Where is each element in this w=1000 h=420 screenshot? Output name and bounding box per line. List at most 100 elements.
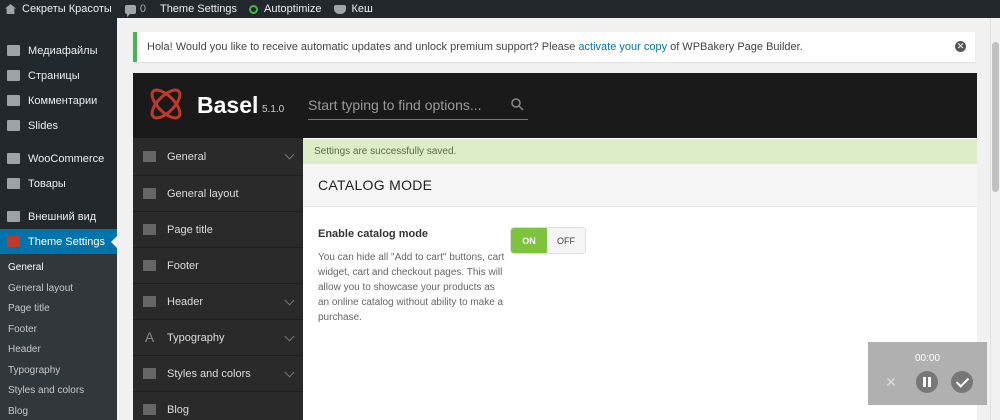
layout-icon (143, 188, 156, 199)
panel-header: Basel 5.1.0 (133, 73, 977, 138)
theme-settings-label: Theme Settings (159, 3, 238, 15)
sidebar-item-label: Медиафайлы (28, 44, 98, 57)
autoptimize-label: Autoptimize (264, 3, 322, 15)
cache-icon (333, 4, 346, 14)
submenu-item-general[interactable]: General (0, 258, 117, 279)
blog-icon (143, 404, 156, 415)
sidebar-item-label: WooCommerce (28, 152, 105, 165)
toggle-off[interactable]: OFF (547, 228, 585, 253)
nav-item-page-title[interactable]: Page title (133, 212, 303, 248)
adminbar-site[interactable]: Секреты Красоты (0, 0, 117, 18)
sidebar-item-comments[interactable]: Комментарии (0, 88, 117, 113)
nav-item-label: Header (167, 295, 204, 308)
section-title: CATALOG MODE (303, 164, 977, 207)
woocommerce-icon (7, 153, 20, 164)
basel-icon (7, 236, 20, 247)
checkmark-icon[interactable] (951, 371, 973, 393)
nav-item-label: Page title (167, 223, 213, 236)
scrollbar-thumb[interactable] (992, 42, 999, 192)
sidebar-item-pages[interactable]: Страницы (0, 63, 117, 88)
submenu-item-styles-colors[interactable]: Styles and colors (0, 381, 117, 402)
options-search (308, 91, 528, 120)
header-icon (143, 296, 156, 307)
submenu-item-page-title[interactable]: Page title (0, 299, 117, 320)
nav-item-label: Footer (167, 259, 199, 272)
home-icon (143, 151, 156, 162)
notice-text-end: of WPBakery Page Builder. (670, 41, 803, 53)
nav-item-footer[interactable]: Footer (133, 248, 303, 284)
adminbar-cache[interactable]: Кеш (329, 0, 378, 18)
comment-bubble-icon (124, 4, 136, 17)
search-icon[interactable] (511, 98, 524, 111)
admin-bar: Секреты Красоты 0 Theme Settings Autopti… (0, 0, 1000, 18)
sidebar-item-label: Товары (28, 177, 66, 190)
media-icon (7, 45, 20, 56)
nav-item-label: Typography (167, 331, 225, 344)
catalog-mode-label: Enable catalog mode (318, 228, 429, 240)
adminbar-theme-settings[interactable]: Theme Settings (155, 0, 242, 18)
submenu-item-typography[interactable]: Typography (0, 361, 117, 382)
sidebar-item-products[interactable]: Товары (0, 171, 117, 196)
version-label: 5.1.0 (262, 104, 285, 115)
typography-icon: A (144, 329, 155, 345)
options-nav: General General layout Page title Footer… (133, 138, 303, 420)
sidebar-item-label: Slides (28, 119, 58, 132)
sidebar-item-slides[interactable]: Slides (0, 113, 117, 138)
catalog-mode-toggle[interactable]: ON OFF (511, 228, 585, 253)
chevron-down-icon (284, 295, 295, 306)
slides-icon (7, 120, 20, 131)
comments-count: 0 (139, 3, 146, 15)
sidebar-item-theme-settings[interactable]: Theme Settings (0, 229, 117, 254)
toggle-on[interactable]: ON (511, 228, 547, 253)
nav-item-header[interactable]: Header (133, 284, 303, 320)
notice-text: Hola! Would you like to receive automati… (147, 41, 576, 53)
chevron-down-icon (284, 331, 295, 342)
success-message: Settings are successfully saved. (303, 139, 977, 164)
page-title-icon (143, 224, 156, 235)
nav-item-label: General (167, 150, 207, 163)
adminbar-comments[interactable]: 0 (120, 0, 151, 18)
products-icon (7, 178, 20, 189)
close-icon[interactable]: ✕ (955, 41, 966, 52)
cancel-recording-icon[interactable]: ✕ (880, 371, 902, 393)
pages-icon (7, 70, 20, 81)
page-scrollbar[interactable] (990, 18, 1000, 420)
cache-label: Кеш (351, 3, 373, 15)
sidebar-item-appearance[interactable]: Внешний вид (0, 204, 117, 229)
chevron-down-icon (284, 367, 295, 378)
basel-logo-icon (150, 88, 182, 120)
submenu-item-header[interactable]: Header (0, 340, 117, 361)
sidebar-item-label: Внешний вид (28, 210, 97, 223)
activate-link[interactable]: activate your copy (578, 41, 667, 53)
theme-settings-submenu: General General layout Page title Footer… (0, 254, 117, 420)
comments-icon (7, 95, 20, 106)
nav-item-typography[interactable]: A Typography (133, 320, 303, 356)
options-search-input[interactable] (308, 91, 498, 119)
update-notice: Hola! Would you like to receive automati… (133, 32, 975, 62)
brand-name: Basel (197, 92, 259, 118)
submenu-item-blog[interactable]: Blog (0, 402, 117, 420)
admin-sidebar: Медиафайлы Страницы Комментарии Slides W… (0, 18, 117, 420)
nav-item-label: Blog (167, 403, 190, 416)
nav-item-styles-colors[interactable]: Styles and colors (133, 356, 303, 392)
nav-item-blog[interactable]: Blog (133, 392, 303, 420)
sidebar-item-media[interactable]: Медиафайлы (0, 38, 117, 63)
brush-icon (143, 368, 156, 379)
sidebar-item-label: Страницы (28, 69, 80, 82)
nav-item-label: General layout (167, 187, 239, 200)
submenu-item-footer[interactable]: Footer (0, 320, 117, 341)
footer-icon (143, 260, 156, 271)
submenu-item-general-layout[interactable]: General layout (0, 279, 117, 300)
chevron-down-icon (284, 149, 295, 160)
sidebar-item-woocommerce[interactable]: WooCommerce (0, 146, 117, 171)
catalog-mode-description: You can hide all "Add to cart" buttons, … (318, 252, 505, 323)
recorder-time: 00:00 (914, 353, 941, 364)
site-name: Секреты Красоты (22, 3, 112, 15)
pause-icon[interactable] (916, 371, 938, 393)
adminbar-autoptimize[interactable]: Autoptimize (244, 0, 326, 18)
sidebar-item-label: Theme Settings (28, 235, 106, 248)
home-icon (5, 4, 16, 14)
nav-item-general-layout[interactable]: General layout (133, 176, 303, 212)
nav-item-general[interactable]: General (133, 138, 303, 176)
basel-options-panel: Basel 5.1.0 General General layout Page … (133, 73, 977, 420)
